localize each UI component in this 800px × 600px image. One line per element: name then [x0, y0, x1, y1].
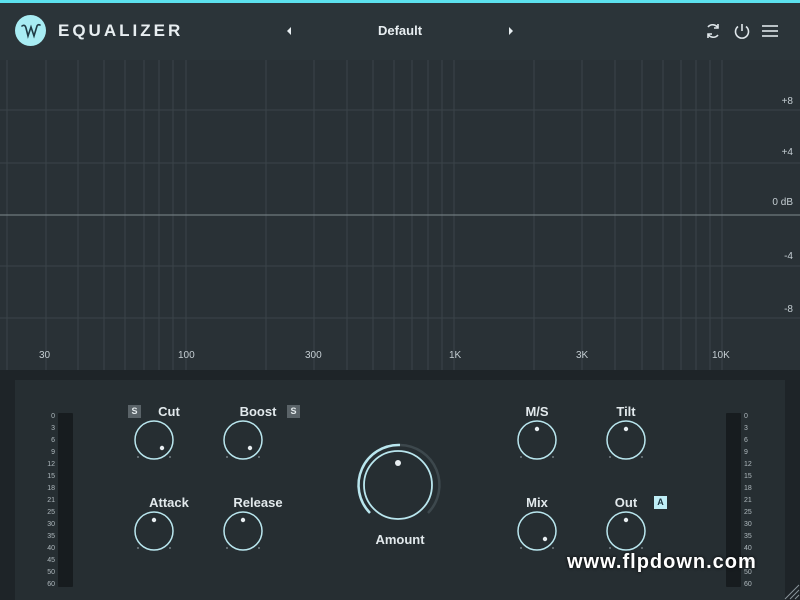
menu-button[interactable]: [760, 21, 780, 41]
preset-next-button[interactable]: [503, 23, 519, 39]
input-meter-scale: 0 3 6 9 12 15 18 21 25 30 35 40 45 50 60: [47, 413, 55, 588]
mix-knob[interactable]: [514, 508, 560, 554]
cut-knob[interactable]: [131, 417, 177, 463]
refresh-button[interactable]: [703, 21, 723, 41]
menu-icon: [762, 25, 778, 37]
db-label: +8: [781, 96, 793, 107]
app-title: EQUALIZER: [58, 21, 184, 40]
eq-graph[interactable]: +8 +4 0 dB -4 -8 30 100 300 1K 3K 10K: [0, 60, 800, 370]
attack-knob[interactable]: [131, 508, 177, 554]
amount-label: Amount: [375, 532, 425, 547]
out-knob[interactable]: [603, 508, 649, 554]
w-logo-icon: [15, 15, 46, 46]
boost-knob[interactable]: [220, 417, 266, 463]
ms-knob[interactable]: [514, 417, 560, 463]
boost-solo-badge[interactable]: S: [287, 405, 300, 418]
equalizer-plugin-window: EQUALIZER Default +8 +4 0 dB -4 -8 30 10…: [0, 0, 800, 600]
tilt-knob[interactable]: [603, 417, 649, 463]
release-knob[interactable]: [220, 508, 266, 554]
db-label: -8: [784, 304, 793, 315]
freq-label: 3K: [576, 350, 589, 361]
preset-name[interactable]: Default: [330, 23, 470, 38]
db-label: -4: [784, 251, 793, 262]
freq-label: 30: [39, 350, 51, 361]
eq-grid: [0, 60, 800, 370]
power-button[interactable]: [732, 21, 752, 41]
header-bar: EQUALIZER Default: [0, 0, 800, 60]
out-auto-badge[interactable]: A: [654, 496, 667, 509]
watermark-text: www.flpdown.com: [567, 551, 757, 573]
resize-grip-icon[interactable]: [782, 582, 800, 600]
chevron-right-icon: [509, 27, 513, 35]
db-label: +4: [781, 147, 793, 158]
freq-label: 1K: [449, 350, 462, 361]
freq-label: 100: [178, 350, 195, 361]
preset-prev-button[interactable]: [281, 23, 297, 39]
input-level-meter: [58, 413, 73, 587]
freq-label: 10K: [712, 350, 730, 361]
amount-knob[interactable]: [350, 437, 446, 533]
chevron-left-icon: [287, 27, 291, 35]
power-icon: [734, 24, 750, 39]
refresh-icon: [707, 23, 719, 39]
freq-label: 300: [305, 350, 322, 361]
db-label: 0 dB: [772, 197, 793, 208]
